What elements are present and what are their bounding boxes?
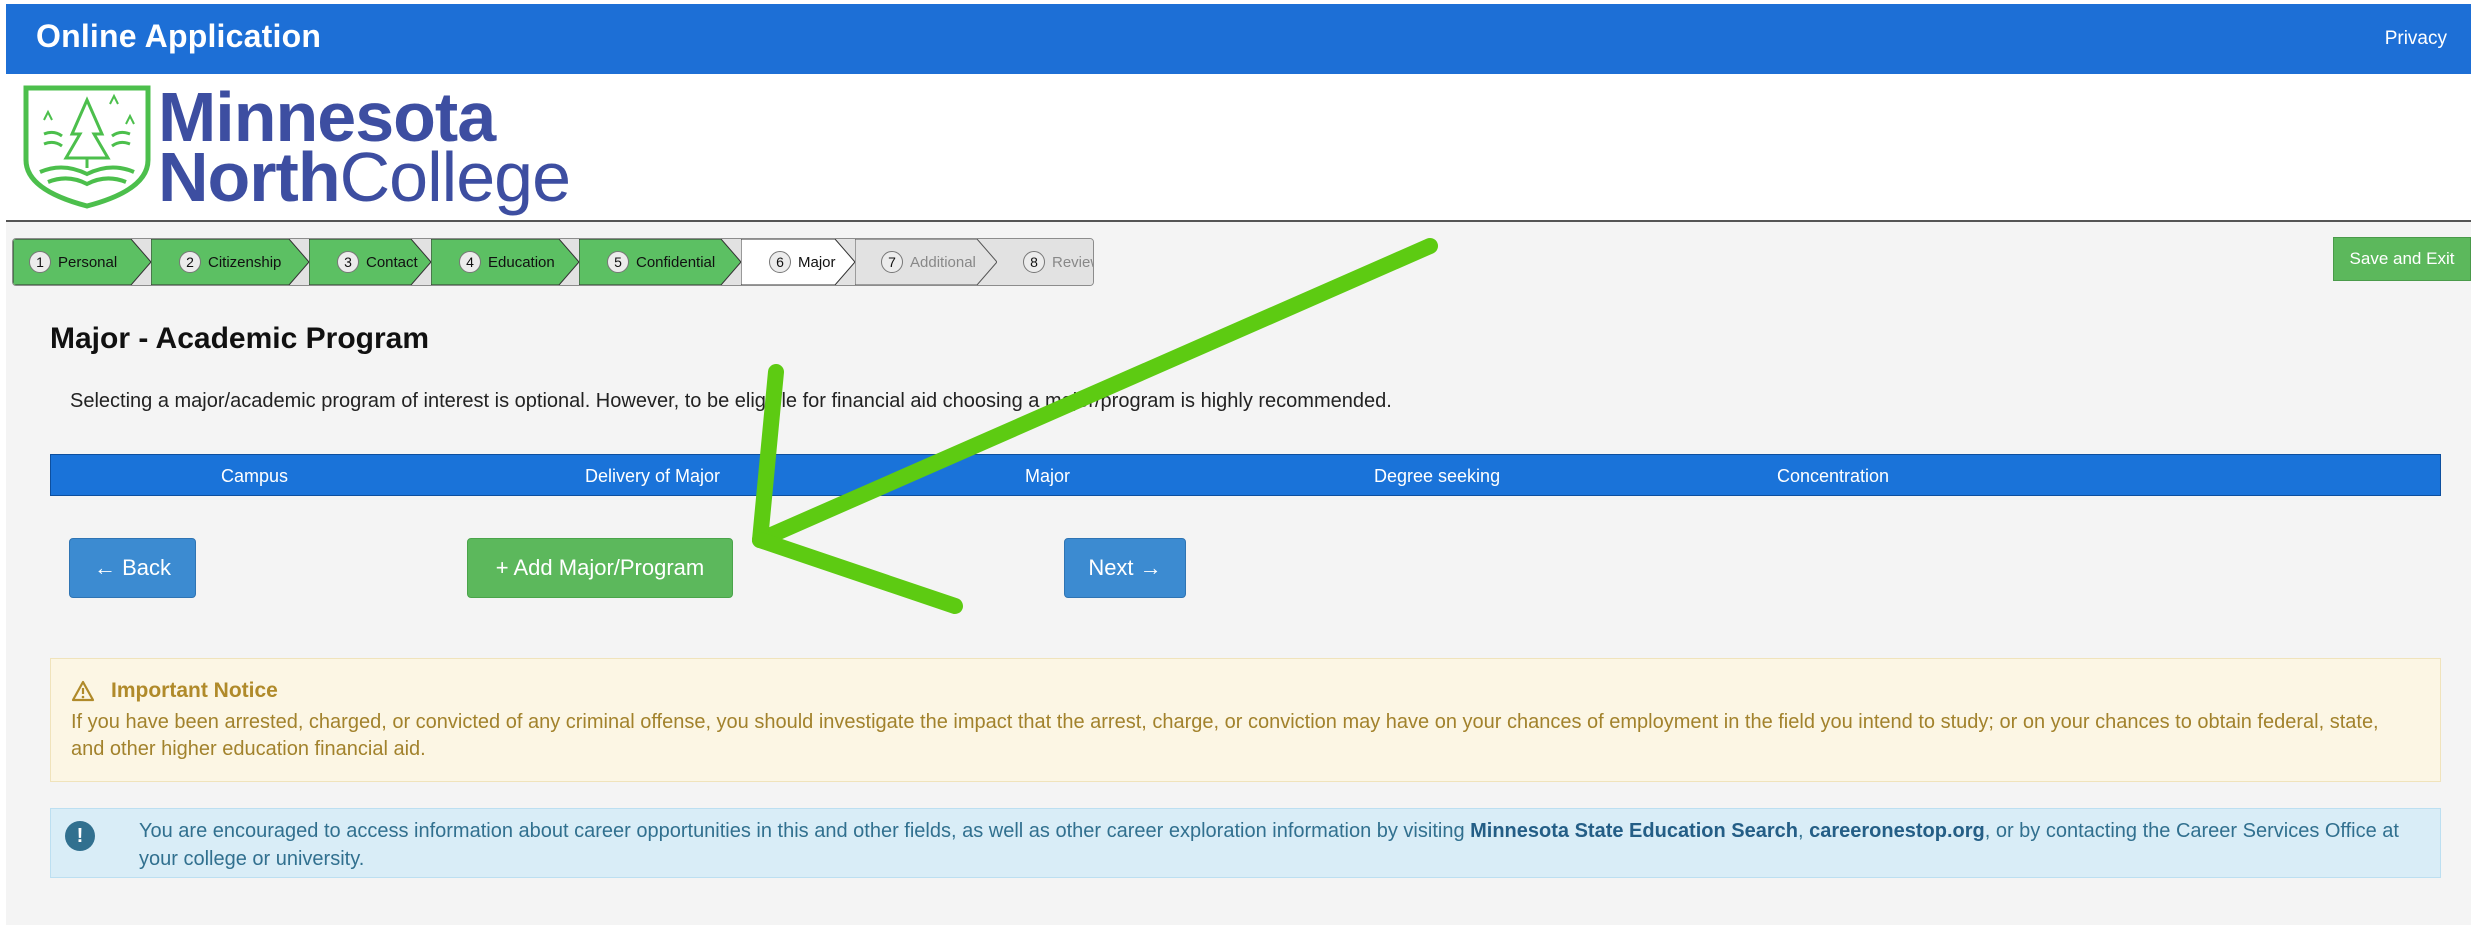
add-major-program-button[interactable]: + Add Major/Program bbox=[467, 538, 733, 598]
warning-triangle-icon bbox=[71, 680, 95, 702]
step-number: 7 bbox=[881, 251, 903, 273]
step-label: Citizenship bbox=[208, 253, 282, 271]
step-review[interactable]: 8 Review bbox=[997, 239, 1093, 285]
step-label: Additional bbox=[910, 253, 976, 271]
column-delivery-of-major: Delivery of Major bbox=[585, 466, 721, 486]
info-separator: , bbox=[1797, 820, 1810, 842]
back-button[interactable]: ← Back bbox=[69, 538, 196, 598]
step-citizenship[interactable]: 2 Citizenship bbox=[151, 239, 311, 285]
privacy-link[interactable]: Privacy bbox=[2385, 28, 2447, 50]
college-emblem-icon bbox=[23, 85, 151, 209]
column-concentration: Concentration bbox=[1777, 466, 1890, 486]
column-major: Major bbox=[1025, 466, 1071, 486]
info-text-before: You are encouraged to access information… bbox=[139, 820, 1471, 842]
step-education[interactable]: 4 Education bbox=[431, 239, 581, 285]
main-content: 1 Personal 2 Citizenship 3 Contact 4 Educati… bbox=[6, 222, 2471, 925]
step-number: 5 bbox=[607, 251, 629, 273]
majors-table-header: Campus Delivery of Major Major Degree se… bbox=[50, 454, 2441, 496]
step-contact[interactable]: 3 Contact bbox=[309, 239, 433, 285]
step-personal[interactable]: 1 Personal bbox=[13, 239, 153, 285]
step-number: 6 bbox=[769, 251, 791, 273]
step-additional[interactable]: 7 Additional bbox=[855, 239, 999, 285]
step-number: 2 bbox=[179, 251, 201, 273]
exclamation-circle-icon: ! bbox=[65, 821, 95, 851]
page-title: Major - Academic Program bbox=[50, 322, 429, 355]
college-logo[interactable]: Minnesota NorthCollege bbox=[18, 80, 578, 212]
app-title: Online Application bbox=[36, 18, 322, 54]
notice-title: Important Notice bbox=[111, 679, 278, 702]
careeronestop-link[interactable]: careeronestop.org bbox=[1809, 820, 1985, 842]
career-info-text: You are encouraged to access information… bbox=[139, 817, 2399, 873]
wordmark-north: North bbox=[158, 138, 341, 216]
step-number: 4 bbox=[459, 251, 481, 273]
save-and-exit-button[interactable]: Save and Exit bbox=[2333, 237, 2471, 281]
step-number: 8 bbox=[1023, 251, 1045, 273]
step-label: Personal bbox=[58, 253, 118, 271]
intro-text: Selecting a major/academic program of in… bbox=[70, 390, 1392, 412]
step-number: 1 bbox=[29, 251, 51, 273]
step-label: Review bbox=[1052, 253, 1093, 271]
notice-body: If you have been arrested, charged, or c… bbox=[71, 711, 2379, 760]
step-label: Education bbox=[488, 253, 555, 271]
step-label: Confidential bbox=[636, 253, 716, 271]
step-number: 3 bbox=[337, 251, 359, 273]
step-label: Major bbox=[798, 253, 836, 271]
step-label: Contact bbox=[366, 253, 418, 271]
step-confidential[interactable]: 5 Confidential bbox=[579, 239, 743, 285]
step-major[interactable]: 6 Major bbox=[741, 239, 857, 285]
column-degree-seeking: Degree seeking bbox=[1374, 466, 1501, 486]
wordmark-college: College bbox=[339, 138, 571, 216]
next-button[interactable]: Next → bbox=[1064, 538, 1186, 598]
career-info-alert: ! You are encouraged to access informati… bbox=[50, 808, 2441, 878]
column-campus: Campus bbox=[221, 466, 289, 486]
wordmark-line2: NorthCollege bbox=[158, 142, 571, 212]
top-bar: Online Application Privacy bbox=[6, 4, 2471, 74]
progress-steps: 1 Personal 2 Citizenship 3 Contact 4 Educati… bbox=[12, 238, 1094, 286]
minnesota-state-education-search-link[interactable]: Minnesota State Education Search bbox=[1470, 820, 1798, 842]
important-notice: Important Notice If you have been arrest… bbox=[50, 658, 2441, 782]
